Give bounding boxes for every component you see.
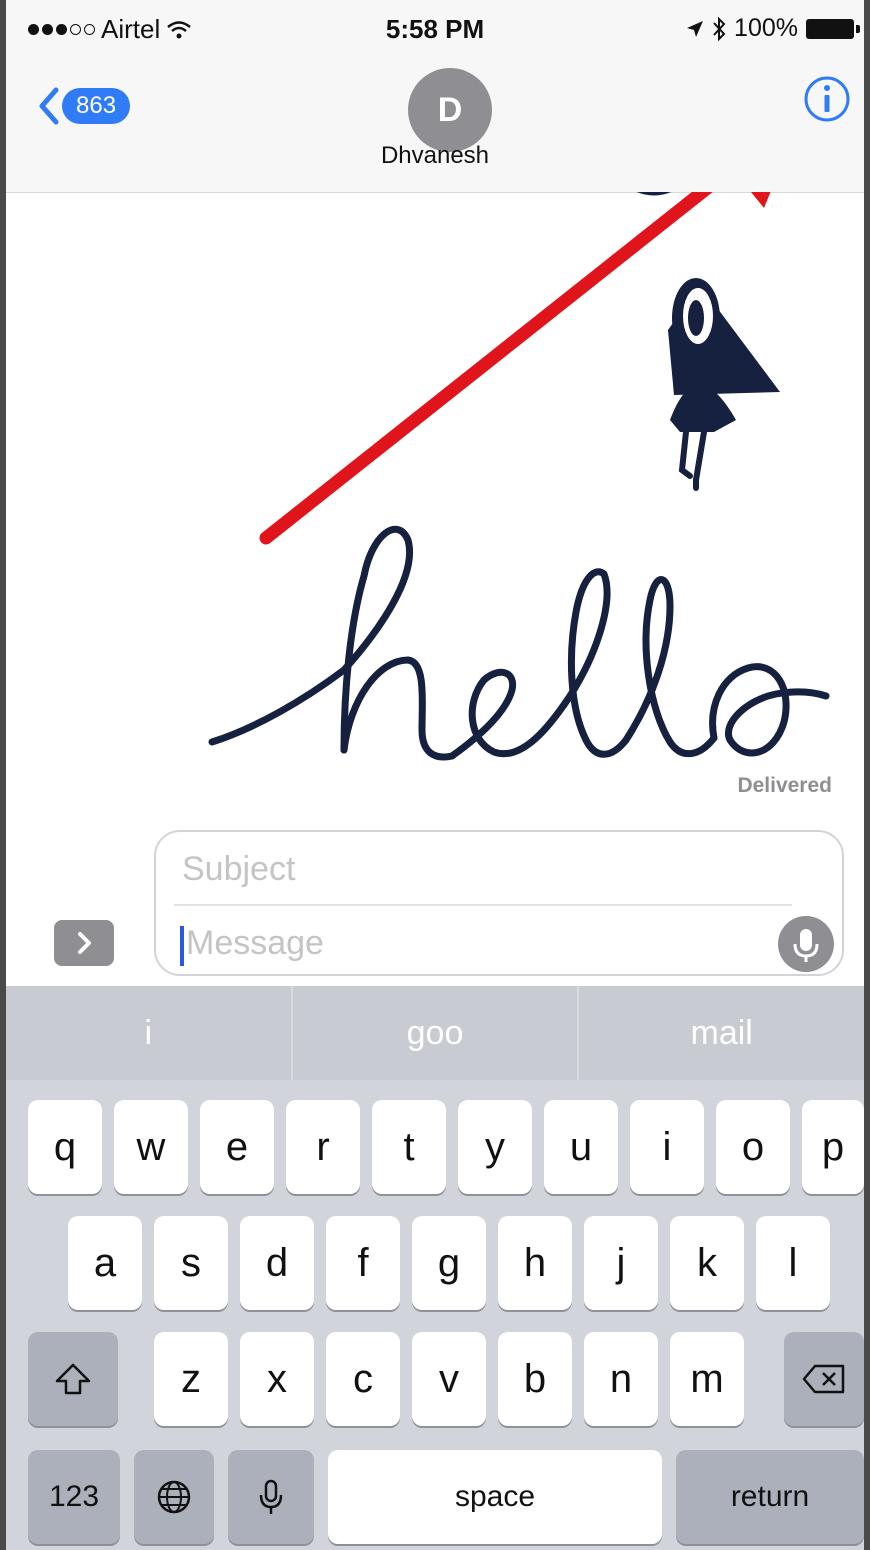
key-d[interactable]: d: [240, 1216, 314, 1310]
contact-avatar[interactable]: D: [408, 68, 492, 152]
space-key[interactable]: space: [328, 1450, 662, 1544]
compose-box: Subject Message: [154, 830, 844, 976]
hello-handwriting: [208, 525, 830, 761]
text-cursor: [180, 926, 184, 966]
status-bar: Airtel 5:58 PM 100%: [6, 0, 864, 64]
key-t[interactable]: t: [372, 1100, 446, 1194]
chevron-left-icon: [39, 87, 59, 125]
numbers-key[interactable]: 123: [28, 1450, 120, 1544]
key-q[interactable]: q: [28, 1100, 102, 1194]
delete-key[interactable]: [784, 1332, 864, 1426]
key-l[interactable]: l: [756, 1216, 830, 1310]
conversation-header: 863 D Dhvanesh: [6, 64, 864, 193]
shift-icon: [55, 1363, 91, 1395]
subject-field[interactable]: Subject: [182, 850, 295, 889]
back-button[interactable]: 863: [36, 86, 131, 126]
compose-divider: [174, 904, 792, 906]
key-b[interactable]: b: [498, 1332, 572, 1426]
key-a[interactable]: a: [68, 1216, 142, 1310]
message-field[interactable]: Message: [186, 924, 324, 963]
key-c[interactable]: c: [326, 1332, 400, 1426]
key-w[interactable]: w: [114, 1100, 188, 1194]
location-icon: [687, 20, 704, 37]
microphone-icon: [793, 929, 819, 962]
key-x[interactable]: x: [240, 1332, 314, 1426]
key-n[interactable]: n: [584, 1332, 658, 1426]
key-z[interactable]: z: [154, 1332, 228, 1426]
predictive-bar: i goo mail: [6, 986, 864, 1080]
key-y[interactable]: y: [458, 1100, 532, 1194]
info-icon[interactable]: [802, 74, 852, 124]
key-m[interactable]: m: [670, 1332, 744, 1426]
chevron-right-icon: [78, 932, 91, 954]
key-o[interactable]: o: [716, 1100, 790, 1194]
key-p[interactable]: p: [802, 1100, 864, 1194]
suggestion-3[interactable]: mail: [579, 986, 864, 1080]
battery-icon: [806, 18, 860, 39]
dictation-button[interactable]: [778, 916, 834, 972]
key-h[interactable]: h: [498, 1216, 572, 1310]
keyboard: i goo mail q w e r t y u i o p a s d f g…: [6, 986, 864, 1550]
backspace-icon: [802, 1364, 845, 1394]
conversation-area: [6, 192, 864, 822]
handwritten-message: [208, 192, 830, 761]
globe-icon: [157, 1480, 191, 1514]
globe-key[interactable]: [134, 1450, 214, 1544]
battery-percent: 100%: [734, 14, 798, 42]
apps-expand-button[interactable]: [54, 920, 114, 966]
unread-count-badge: 863: [62, 88, 131, 124]
delivered-status: Delivered: [737, 774, 832, 797]
contact-name[interactable]: Dhvanesh: [6, 142, 864, 170]
bluetooth-icon: [713, 16, 726, 41]
key-j[interactable]: j: [584, 1216, 658, 1310]
key-i[interactable]: i: [630, 1100, 704, 1194]
key-e[interactable]: e: [200, 1100, 274, 1194]
dictation-key[interactable]: [228, 1450, 314, 1544]
key-v[interactable]: v: [412, 1332, 486, 1426]
suggestion-1[interactable]: i: [6, 986, 293, 1080]
iphone-screen: Airtel 5:58 PM 100% 863 D Dhvanesh Deliv…: [0, 0, 870, 1550]
suggestion-2[interactable]: goo: [293, 986, 580, 1080]
key-r[interactable]: r: [286, 1100, 360, 1194]
key-u[interactable]: u: [544, 1100, 618, 1194]
microphone-icon: [259, 1479, 283, 1514]
key-k[interactable]: k: [670, 1216, 744, 1310]
return-key[interactable]: return: [676, 1450, 864, 1544]
key-g[interactable]: g: [412, 1216, 486, 1310]
shift-key[interactable]: [28, 1332, 118, 1426]
key-s[interactable]: s: [154, 1216, 228, 1310]
key-f[interactable]: f: [326, 1216, 400, 1310]
status-right: 100%: [686, 14, 860, 43]
